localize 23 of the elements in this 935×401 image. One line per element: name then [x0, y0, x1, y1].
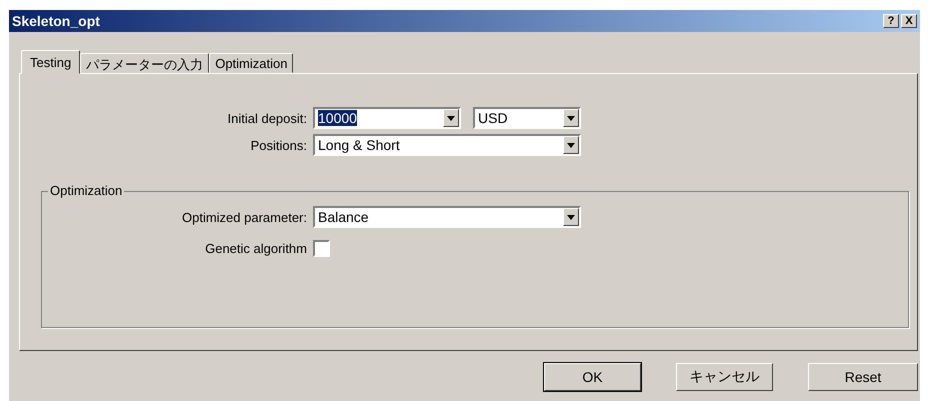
combo-value: 10000 [318, 110, 357, 126]
checkbox-label: Genetic algorithm [204, 241, 307, 256]
close-button[interactable]: X [901, 14, 917, 28]
group-title: Optimization [48, 183, 124, 198]
field-label: Positions: [250, 138, 307, 152]
tab[interactable]: Optimization [209, 53, 294, 73]
deposit-combo[interactable]: 10000 [313, 107, 461, 129]
help-button[interactable]: ? [883, 14, 899, 28]
combo-value: USD [478, 110, 508, 126]
combo-value: Balance [318, 209, 369, 225]
checkbox[interactable] [313, 240, 330, 257]
tab[interactable]: Testing [21, 50, 80, 74]
dialog-button[interactable]: OK [544, 363, 641, 391]
tab[interactable]: パラメーターの入力 [80, 53, 210, 73]
dialog-button[interactable]: キャンセル [676, 363, 773, 391]
dialog-button[interactable]: Reset [808, 363, 918, 391]
positions-combo[interactable]: Long & Short [313, 134, 581, 156]
field-label: Optimized parameter: [181, 210, 307, 224]
window-title: Skeleton_opt [12, 13, 100, 29]
parameter-combo[interactable]: Balance [313, 206, 581, 228]
field-label: Initial deposit: [226, 110, 307, 126]
combo-value: Long & Short [318, 137, 400, 153]
currency-combo[interactable]: USD [473, 107, 581, 129]
